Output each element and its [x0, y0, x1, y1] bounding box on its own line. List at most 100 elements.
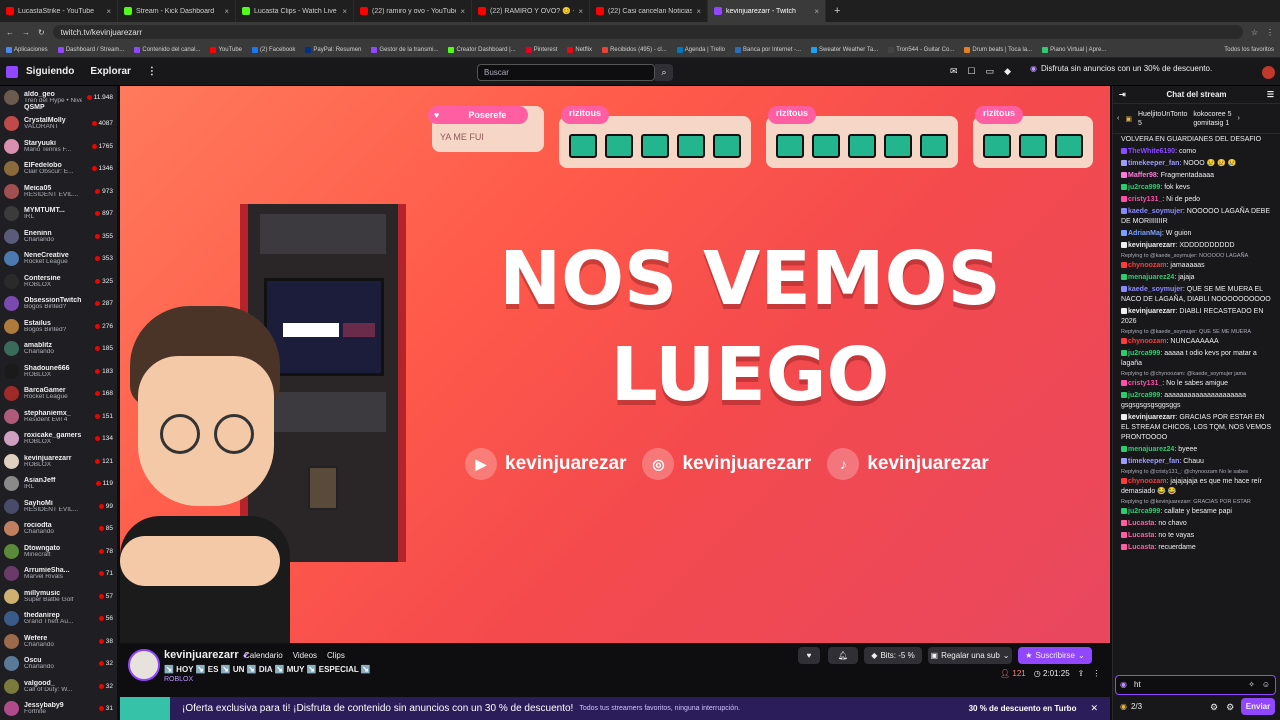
search-icon[interactable]: ⌕	[655, 64, 673, 81]
gift-sub-button[interactable]: ▣ Regalar una sub ⌄	[928, 647, 1012, 664]
chat-username[interactable]: cristy131_	[1128, 380, 1162, 387]
channel-name[interactable]: kevinjuarezarr	[164, 649, 239, 661]
chat-message[interactable]: chynoozam: jamaaaaas	[1113, 260, 1280, 272]
sidebar-channel-arrumiesha[interactable]: ArrumieSha... Marvel Rivals 71	[0, 563, 117, 586]
chat-message[interactable]: VOLVERA EN GUARDIANES DEL DESAFIO	[1113, 134, 1280, 146]
chat-username[interactable]: kevinjuarezarr	[1128, 308, 1175, 315]
stream-category[interactable]: ROBLOX	[164, 676, 193, 683]
chat-message[interactable]: cristy131_: No le sabes amigue	[1113, 378, 1280, 390]
bookmark-item[interactable]: (2) Facebook	[252, 46, 295, 53]
chat-username[interactable]: TheWhite6190	[1128, 148, 1175, 155]
bookmark-item[interactable]: Contenido del canal...	[134, 46, 200, 53]
browser-tab[interactable]: Stream - Kick Dashboard ×	[118, 0, 236, 22]
browser-tab[interactable]: kevinjuarezarr - Twitch ×	[708, 0, 826, 22]
mod-icon[interactable]: ✧	[1248, 680, 1255, 689]
chat-username[interactable]: menajuarez24	[1128, 274, 1174, 281]
close-tab-icon[interactable]: ×	[460, 7, 465, 16]
tab-clips[interactable]: Clips	[327, 651, 345, 660]
sidebar-channel-nenecreative[interactable]: NeneCreative Rocket League 353	[0, 248, 117, 271]
sidebar-channel-barcagamer[interactable]: BarcaGamer Rocket League 168	[0, 383, 117, 406]
settings-icon[interactable]: ⚙	[1210, 702, 1218, 713]
notifications-icon[interactable]: ☐	[968, 66, 976, 77]
browser-tab[interactable]: LucastaStrike - YouTube ×	[0, 0, 118, 22]
back-icon[interactable]: ←	[6, 28, 14, 37]
bookmark-item[interactable]: Gestor de la transmi...	[371, 46, 438, 53]
bookmark-item[interactable]: Drum beats | Toca la...	[964, 46, 1032, 53]
tab-videos[interactable]: Videos	[293, 651, 317, 660]
forward-icon[interactable]: →	[22, 28, 30, 37]
star-icon[interactable]: ☆	[1251, 28, 1258, 37]
bookmark-item[interactable]: Pinterest	[525, 46, 557, 53]
sidebar-channel-qsmp[interactable]: QSMP	[0, 103, 117, 113]
bookmark-item[interactable]: Netflix	[567, 46, 592, 53]
chat-username[interactable]: chynoozam	[1128, 338, 1167, 345]
close-tab-icon[interactable]: ×	[224, 7, 229, 16]
sidebar-channel-amablitz[interactable]: amablitz Charlando 185	[0, 338, 117, 361]
close-tab-icon[interactable]: ×	[814, 7, 819, 16]
bookmark-item[interactable]: Recibidos (495) - cl...	[602, 46, 667, 53]
sidebar-channel-roxicakegamers[interactable]: roxicake_gamers ROBLOX 134	[0, 428, 117, 451]
close-tab-icon[interactable]: ×	[342, 7, 347, 16]
chat-username[interactable]: Lucasta	[1128, 544, 1154, 551]
bookmark-item[interactable]: YouTube	[210, 46, 242, 53]
chat-message[interactable]: timekeeper_fan: Chauu	[1113, 456, 1280, 468]
follow-heart-button[interactable]: ♥	[798, 647, 820, 664]
chat-message[interactable]: kaede_soymujer: NOOOOO LAGAÑA DEBE DE MO…	[1113, 206, 1280, 228]
browser-tab[interactable]: (22) Casi cancelan Noticias de V×	[590, 0, 708, 22]
nav-following[interactable]: Siguiendo	[26, 66, 74, 77]
chat-username[interactable]: Lucasta	[1128, 520, 1154, 527]
chat-username[interactable]: kevinjuarezarr	[1128, 242, 1175, 249]
chat-username[interactable]: timekeeper_fan	[1128, 458, 1179, 465]
sidebar-channel-stephaniemx[interactable]: stephaniemx_ Resident Evil 4 151	[0, 405, 117, 428]
subscribe-button[interactable]: ★ Suscribirse ⌄	[1018, 647, 1092, 664]
new-tab-icon[interactable]: +	[826, 5, 848, 17]
close-icon[interactable]: ✕	[1090, 703, 1098, 714]
chat-message[interactable]: chynoozam: NUNCAAAAAA	[1113, 336, 1280, 348]
chat-message[interactable]: ju2rca999: callate y besame papi	[1113, 506, 1280, 518]
sidebar-channel-oscu[interactable]: Oscu Charlando 32	[0, 653, 117, 676]
browser-tab[interactable]: (22) RAMIRO Y OVO? 😊 - You ×	[472, 0, 590, 22]
sidebar-channel-obsessiontwitch[interactable]: ObsessionTwitch Bogos Binted? 287	[0, 293, 117, 316]
chat-message[interactable]: kaede_soymujer: QUE SE ME MUERA EL NACO …	[1113, 284, 1280, 306]
chat-message[interactable]: kevinjuarezarr: DIABLI RECASTEADO EN 202…	[1113, 306, 1280, 328]
sidebar-channel-meica05[interactable]: Meica05 RESIDENT EVIL... 973	[0, 180, 117, 203]
chat-message[interactable]: menajuarez24: jajaja	[1113, 272, 1280, 284]
notification-bell-button[interactable]: 🔔︎	[828, 647, 858, 664]
bookmark-item[interactable]: Dashboard / Stream...	[57, 46, 124, 53]
chat-message[interactable]: kevinjuarezarr: XDDDDDDDDDD	[1113, 240, 1280, 252]
nav-browse[interactable]: Explorar	[90, 66, 131, 77]
chat-users-icon[interactable]: ☰	[1267, 90, 1274, 99]
bookmark-item[interactable]: Aplicaciones	[6, 46, 48, 53]
twitch-logo-icon[interactable]	[6, 65, 18, 78]
chat-message[interactable]: Lucasta: no te vayas	[1113, 530, 1280, 542]
more-icon[interactable]: ⋮	[147, 66, 157, 77]
chat-message[interactable]: Lucasta: no chavo	[1113, 518, 1280, 530]
chat-username[interactable]: ju2rca999	[1128, 508, 1160, 515]
more-icon[interactable]: ⋮	[1092, 669, 1100, 678]
browser-tab[interactable]: Lucasta Clips - Watch Live on K ×	[236, 0, 354, 22]
chat-username[interactable]: Lucasta	[1128, 532, 1154, 539]
bookmark-item[interactable]: Sweater Weather Ta...	[811, 46, 878, 53]
chevron-right-icon[interactable]: ›	[1238, 115, 1240, 122]
chat-username[interactable]: AdrianMaj	[1128, 230, 1162, 237]
sidebar-channel-kevinjuarezarr[interactable]: kevinjuarezarr ROBLOX 121	[0, 450, 117, 473]
sidebar-channel-rociodta[interactable]: rociodta Charlando 85	[0, 518, 117, 541]
sidebar-channel-millymusic[interactable]: millymusic Super Battle Golf 57	[0, 585, 117, 608]
bookmark-item[interactable]: Creator Dashboard |...	[448, 46, 516, 53]
chat-username[interactable]: menajuarez24	[1128, 446, 1174, 453]
turbo-promo[interactable]: ◉ Disfruta sin anuncios con un 30% de des…	[1030, 64, 1212, 73]
chat-message[interactable]: Maffer98: Fragmentadaaaa	[1113, 170, 1280, 182]
chat-username[interactable]: chynoozam	[1128, 478, 1167, 485]
sidebar-channel-asianjeff[interactable]: AsianJeff IRL 119	[0, 473, 117, 496]
sidebar-channel-staryuuki[interactable]: Staryuuki Mario Tennis F... 1765	[0, 135, 117, 158]
sidebar-channel-sayhomi[interactable]: SayhoMi RESIDENT EVIL... 99	[0, 495, 117, 518]
chat-message[interactable]: timekeeper_fan: NOOO 😢 😢 😢	[1113, 158, 1280, 170]
close-tab-icon[interactable]: ×	[578, 7, 583, 16]
chat-username[interactable]: timekeeper_fan	[1128, 160, 1179, 167]
bookmark-item[interactable]: Piano Virtual | Apre...	[1042, 46, 1106, 53]
chevron-left-icon[interactable]: ‹	[1117, 115, 1119, 122]
reload-icon[interactable]: ↻	[38, 28, 45, 37]
chat-username[interactable]: Maffer98	[1128, 172, 1157, 179]
sidebar-channel-valgood[interactable]: valgood_ Call of Duty: W... 32	[0, 675, 117, 698]
chat-message[interactable]: AdrianMaj: W guion	[1113, 228, 1280, 240]
